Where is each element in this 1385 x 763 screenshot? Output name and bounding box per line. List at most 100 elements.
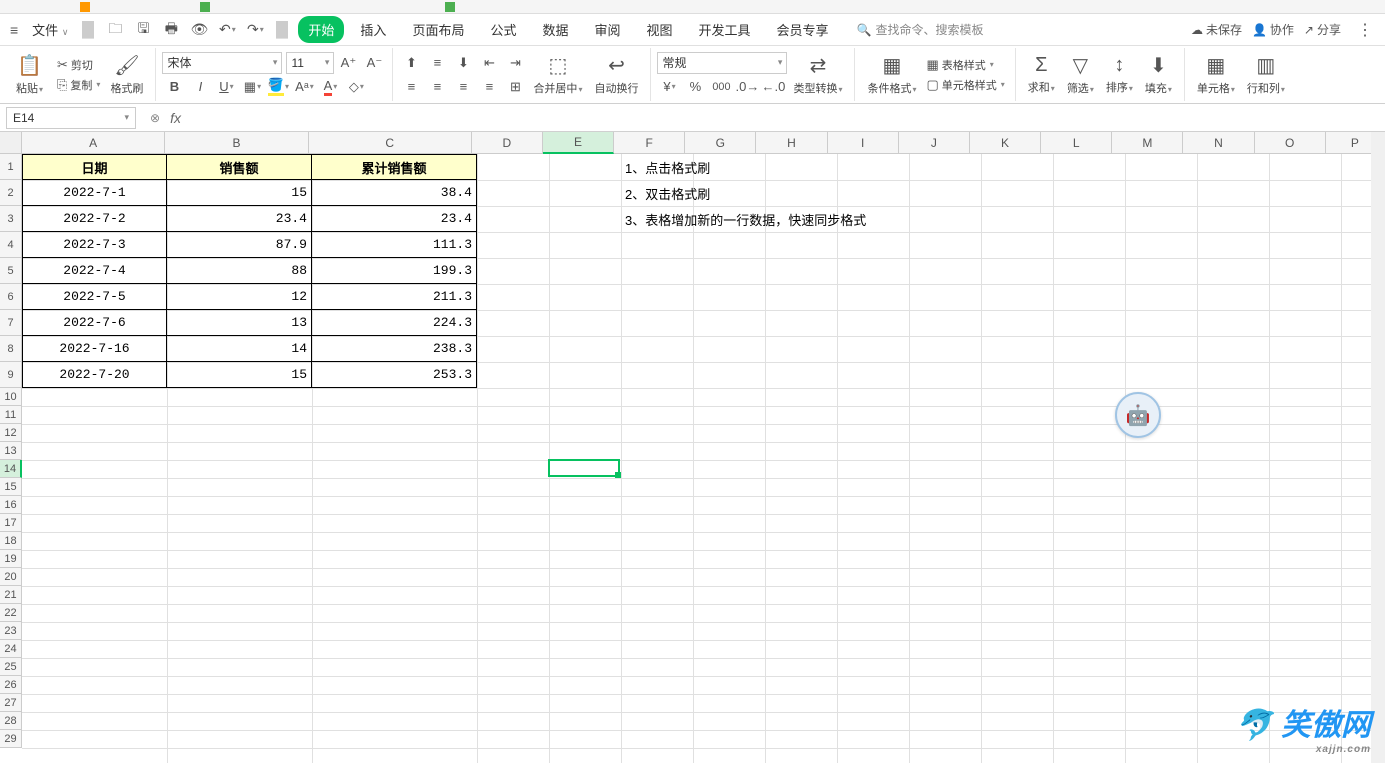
conditional-format-button[interactable]: ▦条件格式 xyxy=(861,51,922,98)
row-header-1[interactable]: 1 xyxy=(0,154,22,180)
formula-input[interactable] xyxy=(189,107,1385,129)
table-cell[interactable]: 2022-7-4 xyxy=(22,258,167,284)
row-header-27[interactable]: 27 xyxy=(0,694,22,712)
format-painter-button[interactable]: 🖌格式刷 xyxy=(104,51,149,98)
clear-format-icon[interactable]: ◇ xyxy=(344,76,368,98)
paste-button[interactable]: 📋粘贴 xyxy=(10,51,49,98)
col-header-B[interactable]: B xyxy=(165,132,308,154)
print-icon[interactable]: 🖶 xyxy=(160,19,182,41)
increase-decimal-icon[interactable]: .0→ xyxy=(735,76,759,98)
decrease-decimal-icon[interactable]: ←.0 xyxy=(761,76,785,98)
row-col-button[interactable]: ▥行和列 xyxy=(1241,51,1291,98)
cell-style-dropdown-icon[interactable]: Aᵃ xyxy=(292,76,316,98)
font-size-combo[interactable]: 11▾ xyxy=(286,52,334,74)
cut-button[interactable]: ✂剪切 xyxy=(53,56,104,74)
table-header-cell[interactable]: 销售额 xyxy=(167,154,312,180)
align-middle-icon[interactable]: ≡ xyxy=(425,52,449,74)
table-cell[interactable]: 238.3 xyxy=(312,336,477,362)
col-header-G[interactable]: G xyxy=(685,132,756,154)
assistant-avatar-icon[interactable]: 🤖 xyxy=(1115,392,1161,438)
percent-icon[interactable]: % xyxy=(683,76,707,98)
unsaved-indicator[interactable]: ☁未保存 xyxy=(1191,21,1242,38)
row-header-21[interactable]: 21 xyxy=(0,586,22,604)
row-header-5[interactable]: 5 xyxy=(0,258,22,284)
table-cell[interactable]: 14 xyxy=(167,336,312,362)
row-header-10[interactable]: 10 xyxy=(0,388,22,406)
decrease-indent-icon[interactable]: ⇤ xyxy=(477,52,501,74)
align-right-icon[interactable]: ≡ xyxy=(451,76,475,98)
row-header-12[interactable]: 12 xyxy=(0,424,22,442)
name-box[interactable]: E14▾ xyxy=(6,107,136,129)
row-header-15[interactable]: 15 xyxy=(0,478,22,496)
col-header-L[interactable]: L xyxy=(1041,132,1112,154)
col-header-K[interactable]: K xyxy=(970,132,1041,154)
increase-indent-icon[interactable]: ⇥ xyxy=(503,52,527,74)
border-icon[interactable]: ▦ xyxy=(240,76,264,98)
align-center-icon[interactable]: ≡ xyxy=(425,76,449,98)
tab-review[interactable]: 审阅 xyxy=(584,16,630,43)
underline-icon[interactable]: U xyxy=(214,76,238,98)
table-header-cell[interactable]: 累计销售额 xyxy=(312,154,477,180)
table-cell[interactable]: 2022-7-20 xyxy=(22,362,167,388)
tab-insert[interactable]: 插入 xyxy=(350,16,396,43)
row-header-26[interactable]: 26 xyxy=(0,676,22,694)
comma-icon[interactable]: 000 xyxy=(709,76,733,98)
table-cell[interactable]: 253.3 xyxy=(312,362,477,388)
table-cell[interactable]: 15 xyxy=(167,362,312,388)
table-cell[interactable]: 2022-7-6 xyxy=(22,310,167,336)
redo-icon[interactable]: ↷ xyxy=(244,19,266,41)
cell-button[interactable]: ▦单元格 xyxy=(1191,51,1241,98)
collaborate-button[interactable]: 👤协作 xyxy=(1252,21,1294,38)
row-header-3[interactable]: 3 xyxy=(0,206,22,232)
table-cell[interactable]: 38.4 xyxy=(312,180,477,206)
table-cell[interactable]: 88 xyxy=(167,258,312,284)
col-header-D[interactable]: D xyxy=(472,132,543,154)
justify-icon[interactable]: ≡ xyxy=(477,76,501,98)
col-header-I[interactable]: I xyxy=(828,132,899,154)
col-header-M[interactable]: M xyxy=(1112,132,1183,154)
select-all-corner[interactable] xyxy=(0,132,22,154)
spreadsheet-grid[interactable]: ABCDEFGHIJKLMNOP 12345678910111213141516… xyxy=(0,132,1385,763)
col-header-H[interactable]: H xyxy=(756,132,827,154)
row-header-20[interactable]: 20 xyxy=(0,568,22,586)
tab-page-layout[interactable]: 页面布局 xyxy=(402,16,474,43)
cancel-formula-icon[interactable]: ⊗ xyxy=(150,111,160,125)
tab-formulas[interactable]: 公式 xyxy=(480,16,526,43)
table-cell[interactable]: 12 xyxy=(167,284,312,310)
tab-member[interactable]: 会员专享 xyxy=(767,16,839,43)
hamburger-icon[interactable]: ≡ xyxy=(6,20,22,40)
cell-style-button[interactable]: ▢单元格样式 xyxy=(922,76,1008,94)
table-header-cell[interactable]: 日期 xyxy=(22,154,167,180)
table-cell[interactable]: 111.3 xyxy=(312,232,477,258)
row-header-16[interactable]: 16 xyxy=(0,496,22,514)
sum-button[interactable]: Σ求和 xyxy=(1022,52,1061,97)
note-cell[interactable]: 3、表格增加新的一行数据，快速同步格式 xyxy=(621,206,870,232)
col-header-E[interactable]: E xyxy=(543,132,614,154)
fx-icon[interactable]: fx xyxy=(170,110,181,126)
col-header-F[interactable]: F xyxy=(614,132,685,154)
col-header-N[interactable]: N xyxy=(1183,132,1254,154)
row-header-18[interactable]: 18 xyxy=(0,532,22,550)
row-header-24[interactable]: 24 xyxy=(0,640,22,658)
table-cell[interactable]: 23.4 xyxy=(167,206,312,232)
table-cell[interactable]: 224.3 xyxy=(312,310,477,336)
table-cell[interactable]: 2022-7-16 xyxy=(22,336,167,362)
copy-button[interactable]: ⎘复制 xyxy=(53,76,104,94)
row-header-29[interactable]: 29 xyxy=(0,730,22,748)
font-color-icon[interactable]: A xyxy=(318,76,342,98)
note-cell[interactable]: 2、双击格式刷 xyxy=(621,180,714,206)
save-icon[interactable]: 🖫 xyxy=(132,19,154,41)
currency-icon[interactable]: ¥ xyxy=(657,76,681,98)
tab-data[interactable]: 数据 xyxy=(532,16,578,43)
undo-icon[interactable]: ↶ xyxy=(216,19,238,41)
row-header-17[interactable]: 17 xyxy=(0,514,22,532)
row-header-19[interactable]: 19 xyxy=(0,550,22,568)
increase-font-icon[interactable]: A⁺ xyxy=(336,52,360,74)
italic-icon[interactable]: I xyxy=(188,76,212,98)
open-icon[interactable]: 🗀 xyxy=(104,19,126,41)
row-header-8[interactable]: 8 xyxy=(0,336,22,362)
col-header-A[interactable]: A xyxy=(22,132,165,154)
table-cell[interactable]: 2022-7-2 xyxy=(22,206,167,232)
row-header-7[interactable]: 7 xyxy=(0,310,22,336)
align-top-icon[interactable]: ⬆ xyxy=(399,52,423,74)
